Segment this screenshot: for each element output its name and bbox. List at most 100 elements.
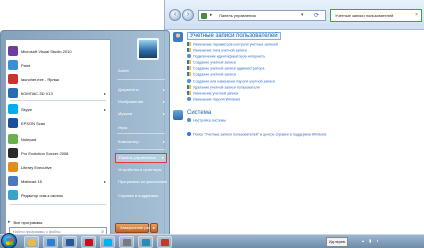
section-title-system[interactable]: Система [187,110,226,116]
submenu-arrow-icon[interactable]: ▸ [104,91,106,96]
program-icon [8,60,18,70]
refresh-icon[interactable]: ⟳ [314,12,319,19]
task-link-label[interactable]: Изменение параметров контроля учетных за… [193,43,278,47]
clear-search-icon[interactable]: × [415,12,418,18]
places-list: Завершение работы ▸ Admin Документы ▸ Изобр… [113,38,169,237]
place-label: Игры [118,125,128,130]
place-item[interactable]: Устройства и принтеры [115,165,167,175]
place-item[interactable]: Справка и поддержка [115,191,167,201]
program-label: Редактор сим-к иконок [21,192,63,198]
search-input-value[interactable]: Учетные записи пользователей [335,13,393,18]
app-settings-icon [123,239,131,246]
all-programs-button[interactable]: ▸ Все программы [8,218,42,226]
program-label: EPSON Scan [21,120,46,126]
program-item[interactable]: launcher.exe - Ярлык [8,72,108,86]
program-item[interactable]: Skype ▸ [8,102,108,116]
system-tray[interactable]: ▴ ▮ ◖ [362,238,381,243]
link-bullet-icon [187,118,191,122]
system-icon [173,110,183,120]
shutdown-options-button[interactable]: ▸ [150,223,158,233]
control-panel-window: ‹ › ▸ Панель управления ▾ ⟳ Учетные запи… [164,0,424,234]
task-link-label[interactable]: Создание учетной записи [193,61,236,65]
task-link-label[interactable]: Изменение учетной записи [193,91,238,95]
submenu-arrow-icon[interactable]: ▸ [163,137,165,147]
place-item[interactable]: Панель управления ▸ [115,153,167,163]
program-item[interactable]: Paint [8,58,108,72]
program-item[interactable]: Mathcad 15 ▸ [8,174,108,188]
program-label: Notepad [21,136,37,142]
breadcrumb-dropdown-icon[interactable]: ▾ [301,12,304,18]
program-item[interactable]: Notepad [8,132,108,146]
right-arrow-icon: ▸ [8,219,11,225]
language-indicator[interactable]: Ид нерею [326,237,349,247]
taskbar-media-player-button[interactable] [43,236,58,248]
taskbar-opera-button[interactable] [81,236,96,248]
programs-list: ▸ Все программы Найти программы и файлы … [5,39,111,237]
taskbar-skype-button[interactable] [100,236,115,248]
program-item[interactable]: Library Executive [8,160,108,174]
place-label: Справка и поддержка [118,193,159,198]
shutdown-button[interactable]: Завершение работы [115,223,158,233]
section-title-user-accounts[interactable]: Учетные записи пользователей [187,32,281,40]
taskbar-photoshop-button[interactable] [138,236,153,248]
place-item[interactable]: Музыка ▸ [115,109,167,119]
user-avatar[interactable] [137,38,159,60]
place-item[interactable]: Документы ▸ [115,85,167,95]
all-programs-label: Все программы [13,219,43,225]
program-label: launcher.exe - Ярлык [21,76,60,82]
explorer-icon [28,239,36,246]
help-search-link[interactable]: Поиск "Учетные записи пользователей" в ц… [187,132,326,137]
task-link[interactable]: Изменение пароля Windows [187,96,281,103]
program-item[interactable]: КОМПАС-3D V13 ▸ [8,86,108,100]
program-item[interactable]: Pro Evolution Soccer 2008 [8,146,108,160]
place-item[interactable]: Программы по умолчанию [115,177,167,187]
breadcrumb-separator-icon[interactable]: ▸ [210,12,213,18]
search-results: Учетные записи пользователей Изменение п… [165,30,424,234]
breadcrumb[interactable]: ▸ Панель управления ▾ ⟳ [198,10,326,21]
address-bar: ‹ › ▸ Панель управления ▾ ⟳ Учетные запи… [165,0,424,30]
task-link[interactable]: Настройка системы [187,118,226,124]
taskbar-app-red-button[interactable] [157,236,172,248]
place-item[interactable]: Игры [115,123,167,133]
forward-button[interactable]: › [182,9,194,21]
submenu-arrow-icon[interactable]: ▸ [162,154,164,162]
start-button[interactable] [1,233,17,248]
program-icon [8,118,18,128]
program-item[interactable]: Microsoft Visual Studio 2010 [8,44,108,58]
breadcrumb-control-panel[interactable]: Панель управления [219,13,256,18]
task-link-label[interactable]: Создание или изменение пароля учетной за… [193,79,275,83]
program-icon [8,134,18,144]
submenu-arrow-icon[interactable]: ▸ [163,109,165,119]
task-link-label[interactable]: Создание учетной записи администратора [193,67,264,71]
place-item[interactable]: Admin [115,66,167,76]
program-label: Mathcad 15 [21,178,42,184]
media-player-icon [47,239,55,246]
taskbar-app-settings-button[interactable] [119,236,134,248]
task-link-label[interactable]: Подключение идентификаторов интернета [193,55,265,59]
place-item[interactable]: Компьютер ▸ [115,137,167,147]
program-icon [8,162,18,172]
task-link-label[interactable]: Удаление учетной записи пользователя [193,85,260,89]
submenu-arrow-icon[interactable]: ▸ [104,107,106,112]
submenu-arrow-icon[interactable]: ▸ [104,179,106,184]
program-icon [8,190,18,200]
search-input[interactable]: Учетные записи пользователей × [330,9,422,22]
task-link-label[interactable]: Настройка системы [193,119,226,123]
program-icon [8,46,18,56]
task-link-label[interactable]: Изменение типа учетной записи [193,49,247,53]
submenu-arrow-icon[interactable]: ▸ [163,85,165,95]
taskbar: Ид нерею ▴ ▮ ◖ [0,233,424,248]
program-item[interactable]: EPSON Scan [8,116,108,130]
taskbar-explorer-button[interactable] [24,236,39,248]
back-button[interactable]: ‹ [169,9,181,21]
task-link-label[interactable]: Изменение пароля Windows [193,97,240,101]
task-link-label[interactable]: Создание учетной записи [193,73,236,77]
place-item[interactable]: Изображения ▸ [115,97,167,107]
app-red-icon [161,239,169,246]
taskbar-word-button[interactable] [62,236,77,248]
place-label: Программы по умолчанию [118,179,168,184]
program-item[interactable]: Редактор сим-к иконок [8,188,108,202]
link-bullet-icon [187,78,191,83]
submenu-arrow-icon[interactable]: ▸ [163,97,165,107]
help-search-text[interactable]: Поиск "Учетные записи пользователей" в ц… [193,133,326,137]
